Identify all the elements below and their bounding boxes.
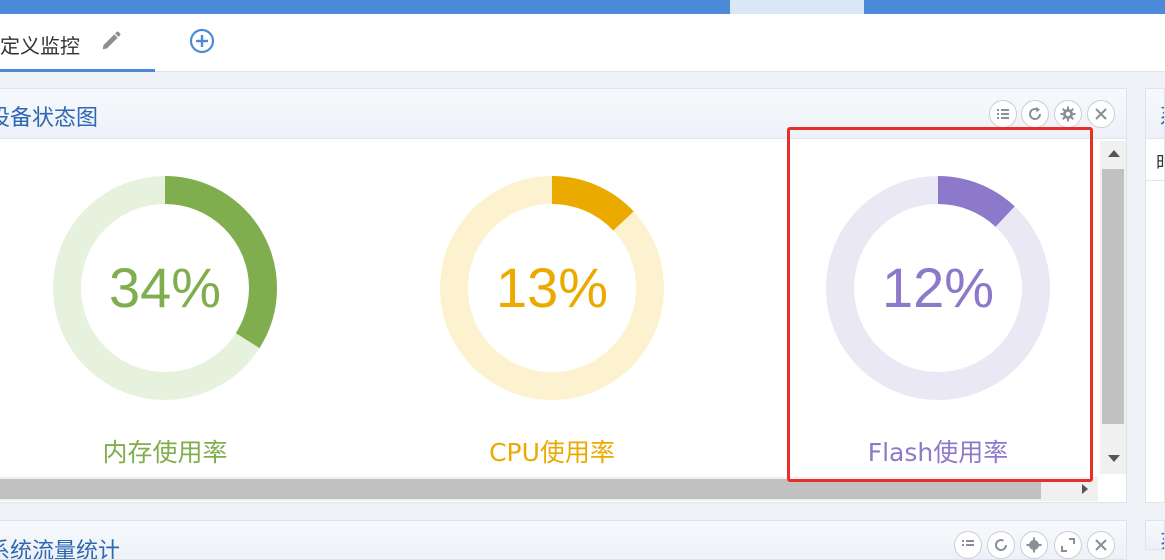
highlight-box xyxy=(787,127,1093,482)
cpu-gauge-value: 13% xyxy=(495,256,609,319)
traffic-stats-panel: 系统流量统计 xyxy=(0,520,1127,560)
panel-title: 系统流量统计 xyxy=(0,539,121,560)
side-panel-2: 系 xyxy=(1145,520,1165,550)
close-button[interactable] xyxy=(1087,531,1115,559)
panel-title: 设备状态图 xyxy=(0,106,99,131)
side-panel-header: 系 xyxy=(1146,89,1164,139)
tab-label: 预定义监控 xyxy=(0,34,80,58)
top-nav-active-indicator[interactable] xyxy=(730,0,864,14)
gear-icon xyxy=(1060,106,1076,122)
cpu-gauge-label: CPU使用率 xyxy=(489,438,615,467)
add-tab-button[interactable] xyxy=(189,28,215,54)
memory-gauge-label: 内存使用率 xyxy=(102,438,228,467)
side-panel-title: 系 xyxy=(1159,99,1164,131)
list-button[interactable] xyxy=(954,531,982,559)
tab-predefined-monitor[interactable]: 预定义监控 xyxy=(0,14,155,72)
refresh-button[interactable] xyxy=(987,531,1015,559)
top-navbar xyxy=(0,0,1165,14)
settings-button[interactable] xyxy=(1054,100,1082,128)
side-panel-column-header: 时 xyxy=(1146,145,1164,181)
settings-button[interactable] xyxy=(1020,531,1048,559)
pencil-icon[interactable] xyxy=(100,30,122,52)
add-circle-icon xyxy=(189,28,215,54)
memory-gauge: 34% xyxy=(50,173,280,403)
refresh-button[interactable] xyxy=(1021,100,1049,128)
close-icon xyxy=(1095,539,1107,551)
list-icon xyxy=(997,109,1009,119)
vertical-scrollbar[interactable] xyxy=(1100,141,1126,474)
vertical-scroll-thumb[interactable] xyxy=(1102,169,1124,424)
tab-bar: 预定义监控 xyxy=(0,14,1165,72)
close-icon xyxy=(1095,108,1107,120)
refresh-icon xyxy=(1029,107,1042,120)
close-button[interactable] xyxy=(1087,100,1115,128)
side-panel: 系 时 xyxy=(1145,88,1165,503)
list-icon xyxy=(962,540,974,546)
expand-button[interactable] xyxy=(1054,531,1082,559)
side-panel-2-title: 系 xyxy=(1159,525,1164,549)
gear-icon xyxy=(1026,537,1042,553)
refresh-icon xyxy=(995,539,1008,551)
side-panel-column-label: 时 xyxy=(1156,149,1164,175)
horizontal-scroll-thumb[interactable] xyxy=(0,479,1041,499)
list-button[interactable] xyxy=(989,100,1017,128)
scroll-up-arrow[interactable] xyxy=(1108,150,1120,157)
expand-icon xyxy=(1061,538,1075,552)
cpu-gauge: 13% xyxy=(437,173,667,403)
scroll-right-arrow[interactable] xyxy=(1082,484,1088,494)
memory-gauge-value: 34% xyxy=(108,256,222,319)
scroll-down-arrow[interactable] xyxy=(1108,455,1120,462)
panel-header: 系统流量统计 xyxy=(0,521,1126,560)
